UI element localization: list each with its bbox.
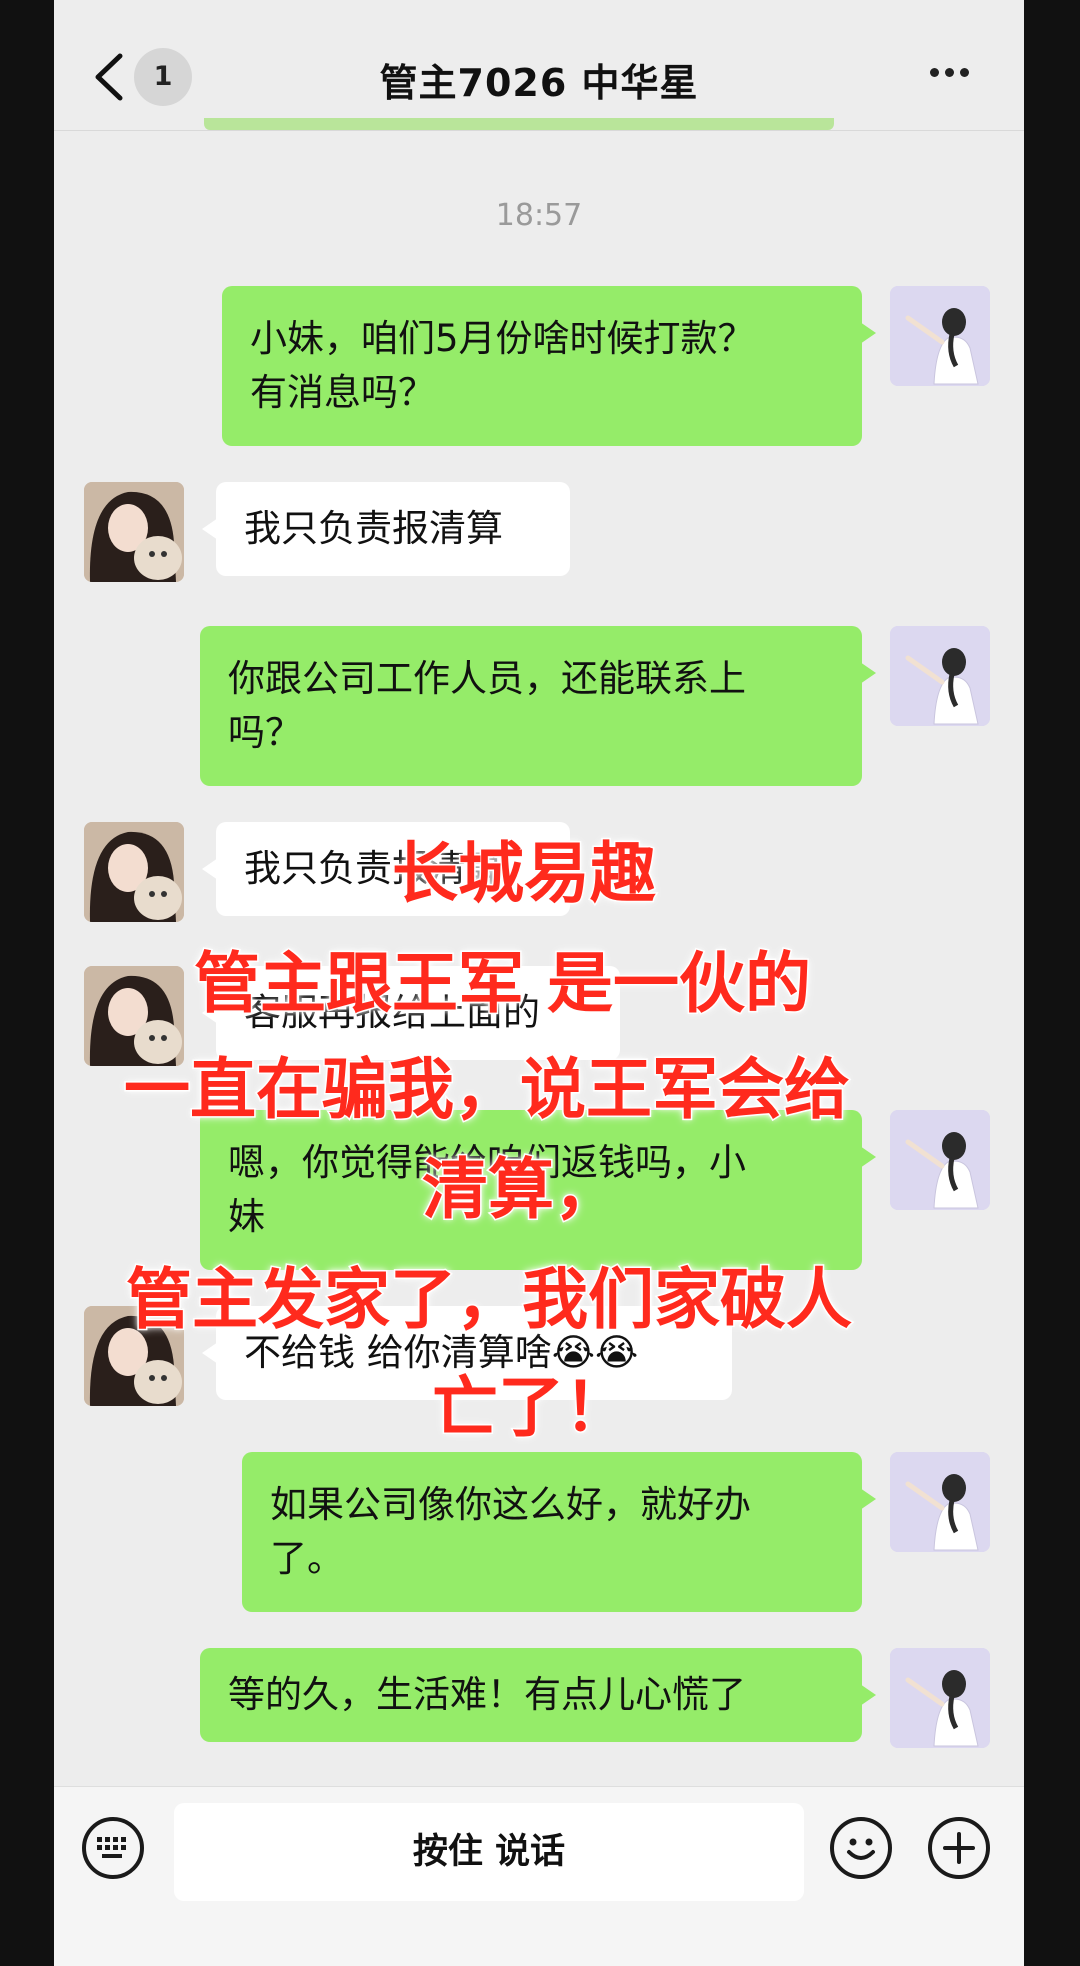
message-bubble[interactable]: 你跟公司工作人员，还能联系上 吗？: [200, 626, 876, 786]
message-line: 嗯，你觉得能给咱们返钱吗，小: [228, 1141, 746, 1184]
my-avatar[interactable]: [890, 1648, 990, 1748]
message-line: 吗？: [228, 711, 302, 754]
message-bubble[interactable]: 小妹，咱们5月份啥时候打款？ 有消息吗？: [222, 286, 876, 446]
message-line: 等的久，生活难！有点儿心慌了: [228, 1673, 746, 1716]
message-bubble[interactable]: 我只负责报清算: [202, 822, 570, 916]
hold-to-talk-button[interactable]: 按住 说话: [174, 1803, 804, 1901]
message-bubble[interactable]: 不给钱 给你清算啥😭😭: [202, 1306, 732, 1400]
more-options-icon[interactable]: [930, 62, 980, 92]
emoji-icon[interactable]: [830, 1817, 892, 1879]
message-bubble[interactable]: 嗯，你觉得能给咱们返钱吗，小 妹: [200, 1110, 876, 1270]
plus-icon[interactable]: [928, 1817, 990, 1879]
message-timestamp: 18:57: [495, 198, 583, 233]
chat-header: 1 管主7026 中华星: [54, 0, 1024, 131]
message-line: 有消息吗？: [250, 371, 435, 414]
contact-avatar[interactable]: [84, 1306, 184, 1406]
my-avatar[interactable]: [890, 286, 990, 386]
keyboard-toggle-icon[interactable]: [82, 1817, 144, 1879]
message-line: 小妹，咱们5月份啥时候打款？: [250, 317, 755, 360]
message-line: 我只负责报清算: [244, 847, 503, 890]
my-avatar[interactable]: [890, 1452, 990, 1552]
message-line: 不给钱 给你清算啥😭😭: [244, 1331, 639, 1374]
chat-title: 管主7026 中华星: [379, 61, 699, 105]
message-line: 我只负责报清算: [244, 507, 503, 550]
message-line: 你跟公司工作人员，还能联系上: [228, 657, 746, 700]
my-avatar[interactable]: [890, 1110, 990, 1210]
message-bubble[interactable]: 如果公司像你这么好，就好办 了。: [242, 1452, 876, 1612]
chat-screen: 1 管主7026 中华星 18:57 小妹，咱们5月份啥时候打款？ 有消息吗？ …: [54, 0, 1024, 1966]
message-line: 如果公司像你这么好，就好办: [270, 1483, 751, 1526]
message-line: 了。: [270, 1537, 344, 1580]
my-avatar[interactable]: [890, 626, 990, 726]
message-line: 妹: [228, 1195, 265, 1238]
message-line: 客服再报给上面的: [244, 991, 540, 1034]
contact-avatar[interactable]: [84, 966, 184, 1066]
message-bubble[interactable]: 等的久，生活难！有点儿心慌了: [200, 1648, 876, 1742]
contact-avatar[interactable]: [84, 822, 184, 922]
contact-avatar[interactable]: [84, 482, 184, 582]
message-bubble[interactable]: 客服再报给上面的: [202, 966, 620, 1060]
message-bubble[interactable]: 我只负责报清算: [202, 482, 570, 576]
input-bar: 按住 说话: [54, 1786, 1024, 1966]
pinned-bubble-edge: [204, 118, 834, 130]
